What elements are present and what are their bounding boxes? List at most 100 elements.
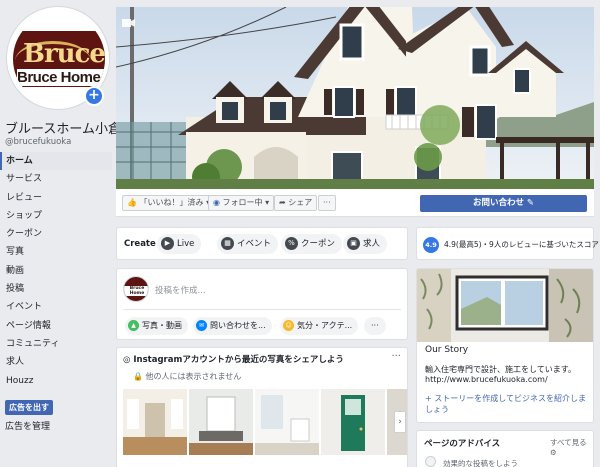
- nav-item-jobs[interactable]: 求人: [0, 353, 112, 371]
- photo-bathroom: [255, 389, 319, 455]
- create-label: Create: [124, 239, 156, 249]
- nav-item-services[interactable]: サービス: [0, 170, 112, 188]
- story-title: Our Story: [425, 345, 469, 355]
- nav-item-reviews[interactable]: レビュー: [0, 189, 112, 207]
- story-image[interactable]: [417, 269, 593, 342]
- instagram-icon: ◎: [123, 355, 131, 365]
- post-composer: Bruce Home 投稿を作成... ▲ 写真・動画 ✉ 問い合わせを... ☺ 気…: [116, 268, 408, 340]
- composer-more-button[interactable]: ···: [364, 317, 386, 335]
- share-button[interactable]: ➦ シェア: [274, 195, 318, 211]
- instagram-privacy-note: 🔒 他の人には表示されません: [133, 371, 241, 382]
- calendar-icon: ▦: [221, 237, 234, 250]
- share-icon: ➦: [279, 198, 286, 207]
- our-story-card: Our Story 輸入住宅専門で設計、施工をしています。 http://www…: [416, 268, 594, 423]
- nav-item-shop[interactable]: ショップ: [0, 207, 112, 225]
- page-tips-title: ページのアドバイス: [424, 439, 501, 449]
- logo-text-small: Bruce Home: [17, 69, 105, 86]
- get-messages-label: 問い合わせを...: [210, 321, 266, 330]
- briefcase-icon: ▣: [347, 237, 360, 250]
- instagram-photo-2[interactable]: [189, 389, 253, 455]
- nav-item-posts[interactable]: 投稿: [0, 280, 112, 298]
- share-label: シェア: [288, 198, 313, 207]
- create-coupon-button[interactable]: % クーポン: [281, 234, 343, 254]
- following-label: フォロー中: [222, 198, 263, 207]
- create-job-button[interactable]: ▣ 求人: [343, 234, 388, 254]
- page-handle[interactable]: @brucefukuoka: [5, 137, 71, 147]
- lock-icon: 🔒: [133, 372, 143, 381]
- instagram-photo-1[interactable]: [123, 389, 187, 455]
- create-live-label: Live: [177, 239, 195, 249]
- cover-house-illustration: [116, 7, 594, 189]
- nav-item-about[interactable]: ページ情報: [0, 317, 112, 335]
- tip-item[interactable]: 効果的な投稿をしよう: [443, 458, 518, 467]
- photo-icon: ▲: [128, 320, 139, 331]
- page-title[interactable]: ブルースホーム小倉: [5, 118, 121, 137]
- instagram-share-card: ◎ Instagramアカウントから最近の写真をシェアしよう ··· 🔒 他の人…: [116, 347, 408, 467]
- nav-item-home[interactable]: ホーム: [0, 152, 112, 171]
- logo-text-large: Bruce: [23, 39, 105, 69]
- instagram-more-button[interactable]: ···: [391, 351, 401, 362]
- nav-item-community[interactable]: コミュニティ: [0, 335, 112, 353]
- tip-icon: [425, 456, 436, 467]
- chevron-down-icon: ▾: [265, 198, 270, 207]
- liked-label: 「いいね！」済み: [139, 198, 204, 207]
- chevron-right-icon[interactable]: ›: [394, 411, 406, 433]
- cover-photo[interactable]: [116, 7, 594, 189]
- create-live-button[interactable]: ▶ Live: [157, 234, 202, 254]
- see-all-link[interactable]: すべて見る ⚙: [550, 437, 593, 457]
- add-photo-icon[interactable]: +: [84, 86, 104, 106]
- contact-label: お問い合わせ: [472, 198, 524, 208]
- nav-item-videos[interactable]: 動画: [0, 262, 112, 280]
- create-job-label: 求人: [363, 239, 381, 249]
- rss-icon: ◉: [213, 198, 220, 207]
- create-event-button[interactable]: ▦ イベント: [217, 234, 279, 254]
- create-card: Create ▶ Live ▦ イベント % クーポン ▣ 求人: [116, 227, 408, 260]
- photo-video-button[interactable]: ▲ 写真・動画: [125, 317, 188, 335]
- composer-avatar-text: Bruce Home: [124, 286, 148, 296]
- create-coupon-label: クーポン: [301, 239, 336, 249]
- following-button[interactable]: ◉ フォロー中 ▾: [208, 195, 275, 211]
- instagram-subtitle: 他の人には表示されません: [145, 372, 242, 381]
- promote-button[interactable]: 広告を出す: [5, 400, 53, 415]
- page-tips-card: ページのアドバイス すべて見る ⚙ 効果的な投稿をしよう: [416, 430, 594, 467]
- instagram-title-text: Instagramアカウントから最近の写真をシェアしよう: [133, 355, 344, 365]
- photo-hallway: [123, 389, 187, 455]
- coupon-icon: %: [285, 237, 298, 250]
- feeling-activity-label: 気分・アクテ...: [297, 321, 353, 330]
- rating-summary[interactable]: 4.9(最高5)・9人のレビューに基づいたスコア: [444, 239, 599, 250]
- nav-item-photos[interactable]: 写真: [0, 243, 112, 261]
- left-column: Bruce Bruce Home + ブルースホーム小倉 @brucefukuo…: [0, 0, 121, 467]
- manage-ads-link[interactable]: 広告を管理: [5, 419, 50, 432]
- smiley-icon: ☺: [283, 320, 294, 331]
- composer-avatar: Bruce Home: [123, 276, 149, 302]
- video-camera-icon: ▶: [161, 237, 174, 250]
- story-body: 輸入住宅専門で設計、施工をしています。: [425, 365, 576, 374]
- feeling-activity-button[interactable]: ☺ 気分・アクテ...: [280, 317, 359, 335]
- nav-item-houzz[interactable]: Houzz: [0, 372, 112, 390]
- photo-living-room: [189, 389, 253, 455]
- photo-video-label: 写真・動画: [142, 321, 182, 330]
- composer-input[interactable]: 投稿を作成...: [155, 284, 206, 296]
- page-action-bar: 👍 「いいね！」済み ▾ ◉ フォロー中 ▾ ➦ シェア ··· お問い合わせ …: [116, 189, 594, 217]
- photo-green-door: [321, 389, 385, 455]
- instagram-photo-4[interactable]: [321, 389, 385, 455]
- thumbs-up-icon: 👍: [127, 198, 137, 207]
- liked-button[interactable]: 👍 「いいね！」済み ▾: [122, 195, 216, 211]
- nav-item-events[interactable]: イベント: [0, 298, 112, 316]
- instagram-photo-3[interactable]: [255, 389, 319, 455]
- composer-divider: [123, 309, 401, 310]
- more-actions-button[interactable]: ···: [318, 195, 336, 211]
- rating-card: 4.9 4.9(最高5)・9人のレビューに基づいたスコア: [416, 227, 599, 260]
- messenger-icon: ✉: [196, 320, 207, 331]
- nav-item-coupons[interactable]: クーポン: [0, 225, 112, 243]
- create-story-link[interactable]: + ストーリーを作成してビジネスを紹介しましょう: [425, 393, 590, 415]
- rating-badge: 4.9: [423, 237, 439, 253]
- story-interior-photo: [417, 269, 593, 342]
- see-all-label: すべて見る: [550, 438, 587, 447]
- get-messages-button[interactable]: ✉ 問い合わせを...: [193, 317, 272, 335]
- gear-icon: ⚙: [550, 448, 557, 457]
- story-url[interactable]: http://www.brucefukuoka.com/: [425, 375, 548, 384]
- contact-us-button[interactable]: お問い合わせ ✎: [420, 195, 587, 212]
- page-nav: ホーム サービス レビュー ショップ クーポン 写真 動画 投稿 イベント ペー…: [0, 152, 112, 390]
- instagram-card-title: ◎ Instagramアカウントから最近の写真をシェアしよう: [123, 353, 344, 365]
